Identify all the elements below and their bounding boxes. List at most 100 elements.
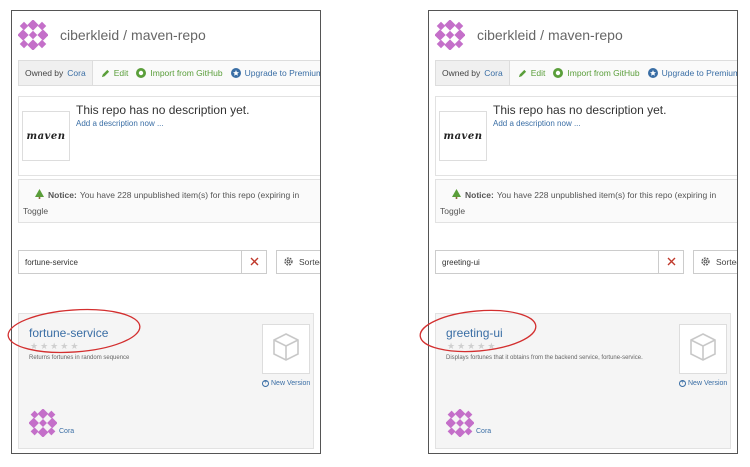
rating-stars[interactable]: ★ ★ ★ ★ ★ [30, 342, 78, 351]
package-card: greeting-ui ★ ★ ★ ★ ★ Displays fortunes … [435, 313, 731, 449]
package-title-link[interactable]: fortune-service [29, 326, 108, 340]
premium-label: Upgrade to Premium [244, 68, 321, 78]
breadcrumb-repo[interactable]: maven-repo [131, 27, 206, 43]
description-title: This repo has no description yet. [493, 103, 667, 117]
new-version-label: New Version [271, 380, 311, 387]
rating-stars[interactable]: ★ ★ ★ ★ ★ [447, 342, 495, 351]
maven-logo-text: maven [443, 130, 483, 142]
import-label: Import from GitHub [150, 68, 223, 78]
star-icon: ★ [447, 341, 456, 351]
owner-link[interactable]: Cora [67, 68, 85, 78]
notice-label: Notice: [48, 190, 77, 200]
star-icon: ★ [487, 341, 496, 351]
package-title-link[interactable]: greeting-ui [446, 326, 503, 340]
card-owner-link[interactable]: Cora [476, 428, 491, 435]
star-icon: ★ [60, 341, 69, 351]
edit-button[interactable]: Edit [518, 68, 546, 78]
breadcrumb: ciberkleid / maven-repo [477, 27, 623, 43]
sort-label: Sorted [299, 257, 320, 267]
tree-icon [452, 189, 461, 201]
clear-search-button[interactable] [241, 250, 267, 274]
maven-logo: maven [22, 111, 70, 161]
new-version-link[interactable]: + New Version [679, 380, 727, 387]
edit-label: Edit [530, 68, 546, 78]
maven-logo: maven [439, 111, 487, 161]
notice-text: You have 228 unpublished item(s) for thi… [496, 190, 717, 200]
plus-circle-icon: + [262, 380, 269, 387]
owner-link[interactable]: Cora [484, 68, 502, 78]
edit-label: Edit [113, 68, 129, 78]
pencil-icon [101, 69, 110, 78]
sort-button[interactable]: Sorted [276, 250, 320, 274]
owned-by-label: Owned by [442, 68, 481, 78]
package-icon-box [679, 324, 727, 374]
breadcrumb-owner[interactable]: ciberkleid [477, 27, 536, 43]
star-badge-icon [647, 68, 658, 78]
org-logo-icon[interactable] [435, 20, 465, 50]
star-icon: ★ [457, 341, 466, 351]
add-description-link[interactable]: Add a description now ... [493, 119, 581, 128]
plus-circle-icon: + [679, 380, 686, 387]
star-icon: ★ [467, 341, 476, 351]
org-logo-icon[interactable] [18, 20, 48, 50]
notice-line: Notice: You have 228 unpublished item(s)… [452, 189, 716, 201]
owned-by: Owned by Cora [19, 61, 93, 85]
upgrade-premium-button[interactable]: Upgrade to Premium [230, 68, 321, 78]
edit-button[interactable]: Edit [101, 68, 129, 78]
clear-search-button[interactable] [658, 250, 684, 274]
close-icon [667, 253, 676, 271]
breadcrumb-repo[interactable]: maven-repo [548, 27, 623, 43]
breadcrumb-owner[interactable]: ciberkleid [60, 27, 119, 43]
sort-label: Sorted [716, 257, 737, 267]
notice-banner: Notice: You have 228 unpublished item(s)… [435, 179, 737, 223]
upgrade-premium-button[interactable]: Upgrade to Premium [647, 68, 738, 78]
new-version-label: New Version [688, 380, 728, 387]
toggle-link[interactable]: Toggle [440, 206, 465, 216]
package-card: fortune-service ★ ★ ★ ★ ★ Returns fortun… [18, 313, 314, 449]
github-icon [136, 68, 147, 78]
tree-icon [35, 189, 44, 201]
gear-icon [283, 256, 294, 269]
search-row [435, 250, 684, 274]
notice-banner: Notice: You have 228 unpublished item(s)… [18, 179, 320, 223]
import-github-button[interactable]: Import from GitHub [553, 68, 640, 78]
search-row [18, 250, 267, 274]
search-input[interactable] [18, 250, 241, 274]
owned-by-label: Owned by [25, 68, 64, 78]
screenshot-panel-left: ciberkleid / maven-repo Owned by Cora Edit… [11, 10, 321, 454]
toggle-link[interactable]: Toggle [23, 206, 48, 216]
import-label: Import from GitHub [567, 68, 640, 78]
star-icon: ★ [40, 341, 49, 351]
sort-button[interactable]: Sorted [693, 250, 737, 274]
breadcrumb: ciberkleid / maven-repo [60, 27, 206, 43]
repo-header: ciberkleid / maven-repo [18, 18, 206, 52]
repo-header: ciberkleid / maven-repo [435, 18, 623, 52]
star-icon: ★ [70, 341, 79, 351]
import-github-button[interactable]: Import from GitHub [136, 68, 223, 78]
pencil-icon [518, 69, 527, 78]
description-title: This repo has no description yet. [76, 103, 250, 117]
notice-line: Notice: You have 228 unpublished item(s)… [35, 189, 299, 201]
star-icon: ★ [477, 341, 486, 351]
maven-logo-text: maven [26, 130, 66, 142]
card-owner-link[interactable]: Cora [59, 428, 74, 435]
repo-description: maven This repo has no description yet. … [435, 96, 737, 176]
star-icon: ★ [30, 341, 39, 351]
new-version-link[interactable]: + New Version [262, 380, 310, 387]
owner-avatar-icon[interactable] [446, 409, 474, 437]
notice-label: Notice: [465, 190, 494, 200]
owned-by: Owned by Cora [436, 61, 510, 85]
github-icon [553, 68, 564, 78]
add-description-link[interactable]: Add a description now ... [76, 119, 164, 128]
owner-avatar-icon[interactable] [29, 409, 57, 437]
screenshot-panel-right: ciberkleid / maven-repo Owned by Cora Edit… [428, 10, 738, 454]
repo-toolbar: Owned by Cora Edit Import from GitHub Up… [435, 60, 738, 86]
search-input[interactable] [435, 250, 658, 274]
repo-description: maven This repo has no description yet. … [18, 96, 320, 176]
package-description: Displays fortunes that it obtains from t… [446, 355, 643, 361]
star-badge-icon [230, 68, 241, 78]
star-icon: ★ [50, 341, 59, 351]
premium-label: Upgrade to Premium [661, 68, 738, 78]
package-description: Returns fortunes in random sequence [29, 355, 130, 361]
gear-icon [700, 256, 711, 269]
